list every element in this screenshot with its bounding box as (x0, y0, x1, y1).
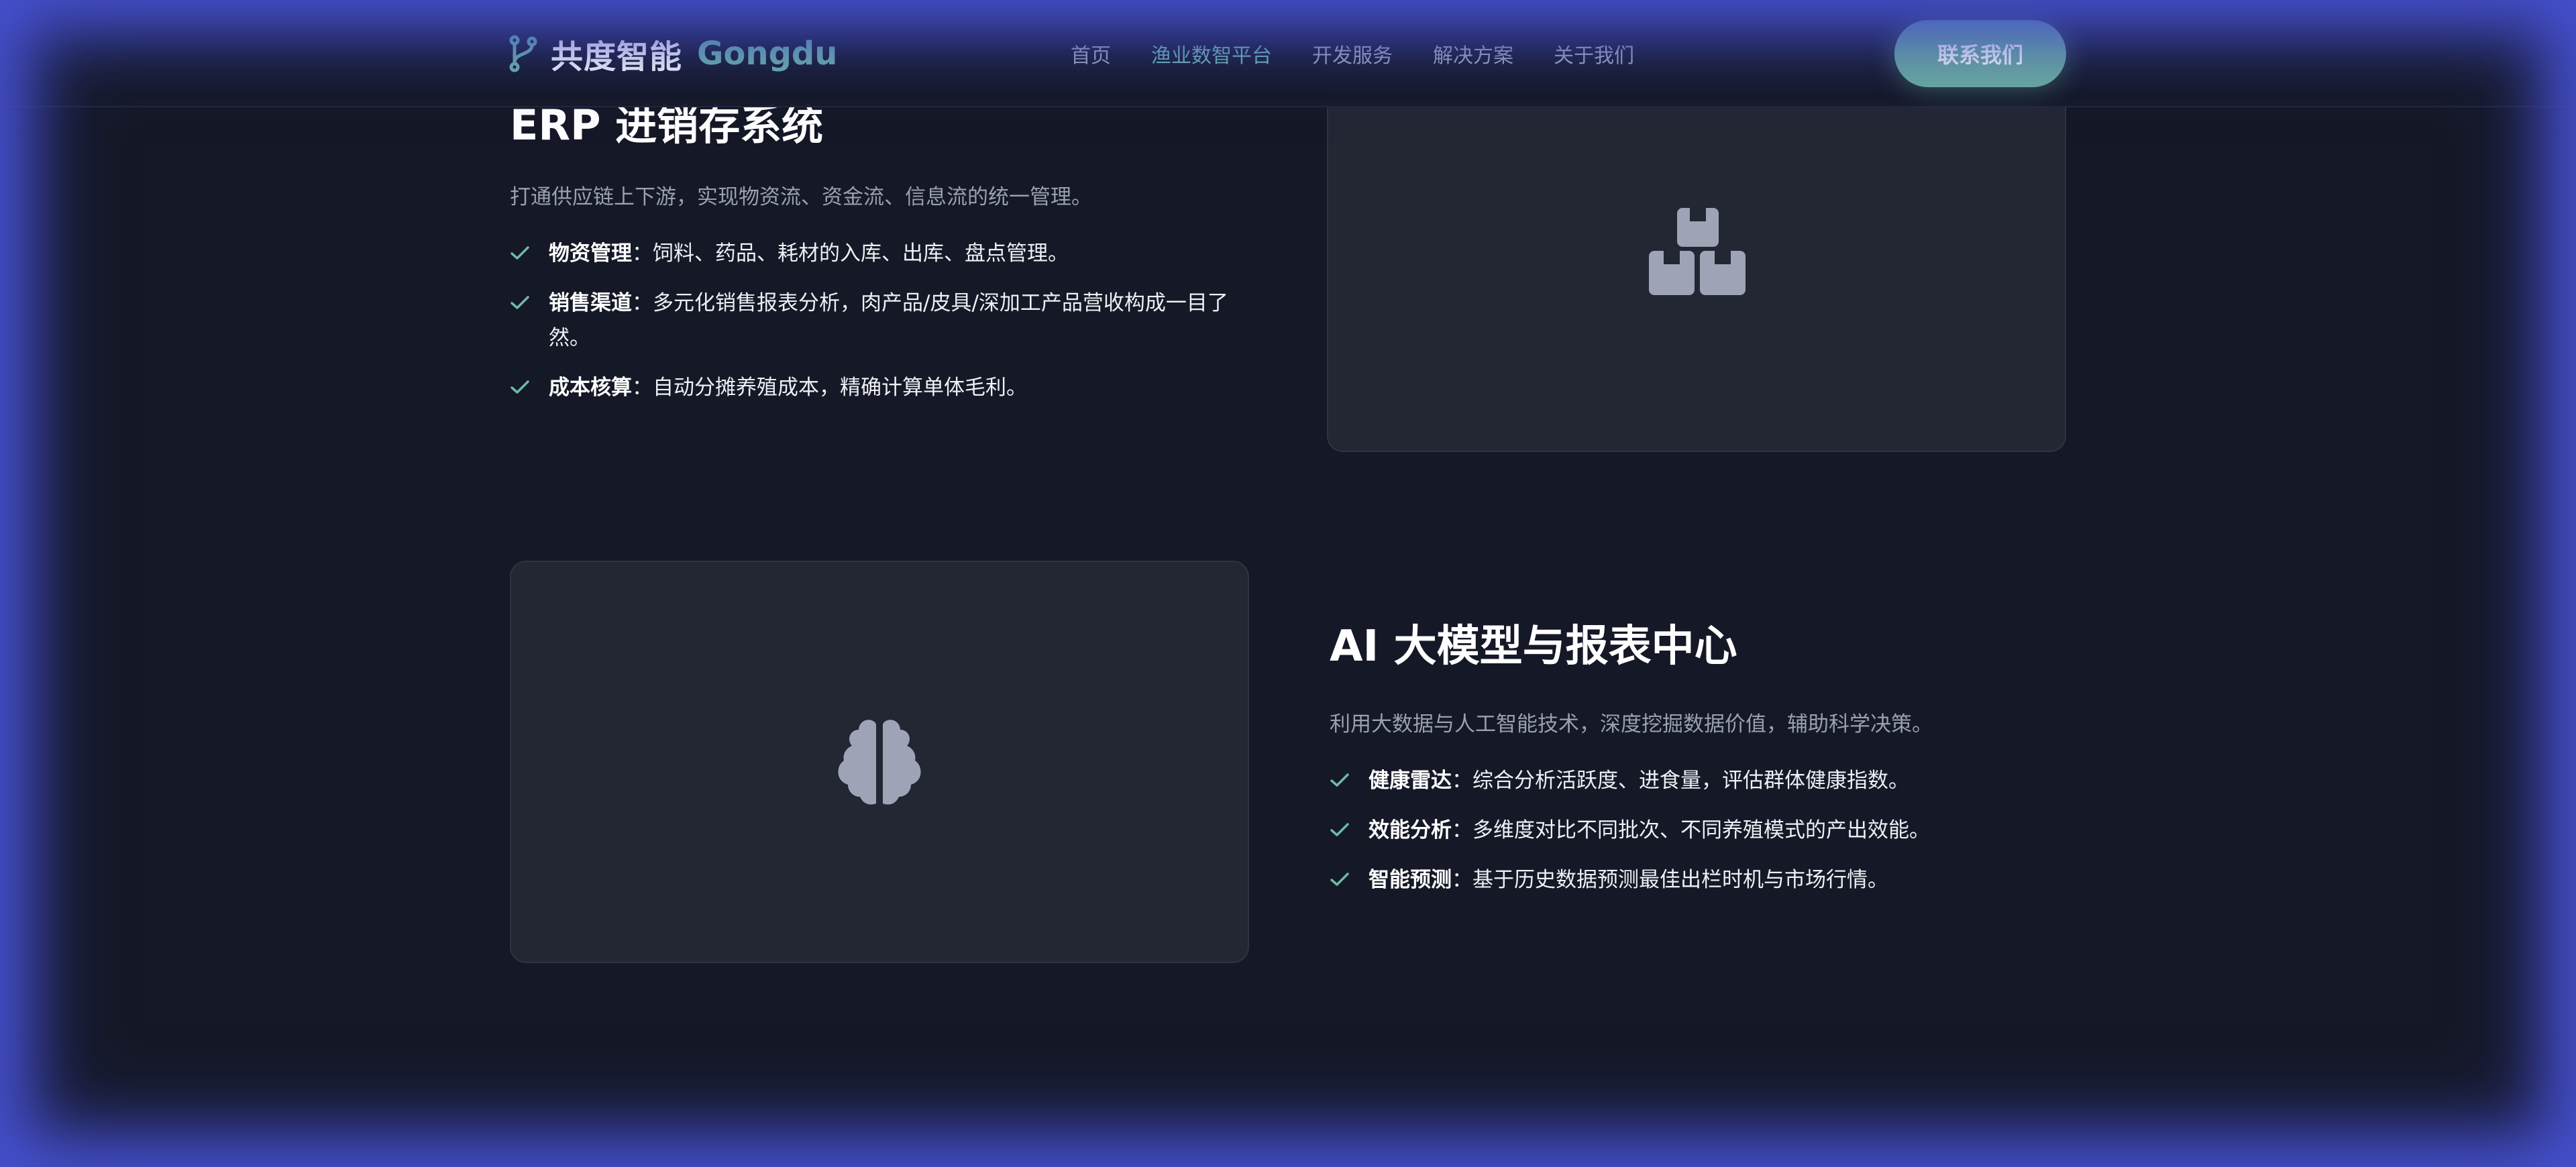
ai-section-desc: 利用大数据与人工智能技术，深度挖掘数据价值，辅助科学决策。 (1330, 712, 1933, 736)
feature-item-efficiency: 效能分析：多维度对比不同批次、不同养殖模式的产出效能。 (1330, 813, 2101, 848)
contact-us-button[interactable]: 联系我们 (1894, 20, 2066, 87)
feature-text: ：综合分析活跃度、进食量，评估群体健康指数。 (1452, 769, 1909, 793)
feature-text: ：饲料、药品、耗材的入库、出库、盘点管理。 (632, 241, 1069, 266)
nav-item-solutions[interactable]: 解决方案 (1433, 39, 1513, 68)
check-icon (1330, 773, 1349, 787)
feature-item-health: 健康雷达：综合分析活跃度、进食量，评估群体健康指数。 (1330, 763, 2101, 798)
check-icon (1330, 873, 1349, 886)
screen-frame-glow (0, 0, 2576, 1167)
feature-item-sales: 销售渠道：多元化销售报表分析，肉产品/皮具/深加工产品营收构成一目了然。 (510, 286, 1241, 355)
nav-item-dev-services[interactable]: 开发服务 (1312, 39, 1393, 68)
feature-text: ：自动分摊养殖成本，精确计算单体毛利。 (632, 376, 1027, 400)
erp-feature-list: 物资管理：饲料、药品、耗材的入库、出库、盘点管理。 销售渠道：多元化销售报表分析… (510, 236, 1241, 420)
feature-name: 成本核算 (549, 376, 632, 400)
check-icon (511, 246, 529, 260)
feature-name: 效能分析 (1368, 818, 1452, 842)
brand-name-en: Gongdu (697, 35, 838, 72)
ai-feature-list: 健康雷达：综合分析活跃度、进食量，评估群体健康指数。 效能分析：多维度对比不同批… (1330, 763, 2101, 912)
feature-name: 销售渠道 (549, 291, 632, 315)
check-icon (511, 296, 529, 309)
brand-name: 共度智能 (551, 38, 683, 76)
feature-text: ：多元化销售报表分析，肉产品/皮具/深加工产品营收构成一目了然。 (549, 291, 1228, 350)
brain-icon (838, 720, 921, 805)
feature-item-cost: 成本核算：自动分摊养殖成本，精确计算单体毛利。 (510, 370, 1241, 405)
ai-illustration-card (510, 561, 1249, 963)
feature-item-inventory: 物资管理：饲料、药品、耗材的入库、出库、盘点管理。 (510, 236, 1241, 271)
feature-name: 健康雷达 (1368, 769, 1452, 793)
feature-item-forecast: 智能预测：基于历史数据预测最佳出栏时机与市场行情。 (1330, 863, 2101, 897)
nav-item-fishery-platform[interactable]: 渔业数智平台 (1151, 39, 1272, 68)
nav-item-home[interactable]: 首页 (1071, 39, 1111, 68)
boxes-icon (1649, 208, 1746, 295)
ai-section-title: AI 大模型与报表中心 (1330, 622, 1737, 671)
nav-item-about[interactable]: 关于我们 (1554, 39, 1634, 68)
feature-text: ：多维度对比不同批次、不同养殖模式的产出效能。 (1452, 818, 1930, 842)
branch-icon (509, 35, 537, 72)
check-icon (511, 380, 529, 394)
check-icon (1330, 823, 1349, 836)
feature-name: 物资管理 (549, 241, 632, 266)
feature-text: ：基于历史数据预测最佳出栏时机与市场行情。 (1452, 868, 1888, 892)
page: ERP 进销存系统 打通供应链上下游，实现物资流、资金流、信息流的统一管理。 物… (0, 0, 2576, 1167)
main-nav: 首页 渔业数智平台 开发服务 解决方案 关于我们 (1071, 39, 1674, 68)
feature-name: 智能预测 (1368, 868, 1452, 892)
brand-logo[interactable]: 共度智能 Gongdu (506, 34, 838, 76)
top-navbar: 共度智能 Gongdu 首页 渔业数智平台 开发服务 解决方案 关于我们 联系我… (0, 0, 2576, 107)
erp-section-desc: 打通供应链上下游，实现物资流、资金流、信息流的统一管理。 (510, 185, 1092, 209)
